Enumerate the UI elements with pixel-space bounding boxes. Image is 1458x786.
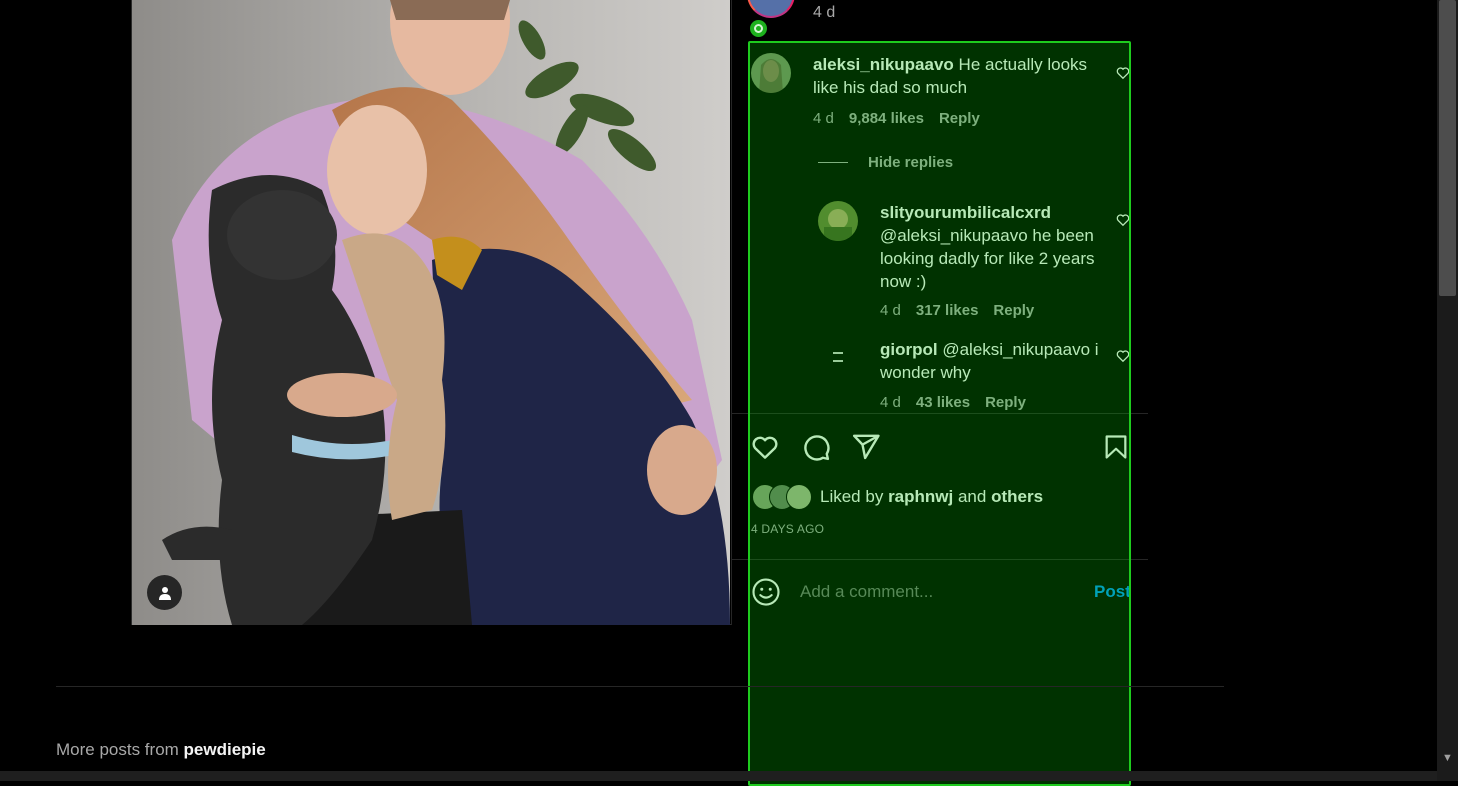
liked-by-others[interactable]: others [991,487,1043,506]
scroll-down-arrow-icon[interactable]: ▼ [1441,752,1454,765]
reply-meta-clip: 4 d 43 likes Reply [870,380,1130,413]
hide-replies-line [818,162,848,163]
bottom-strip [0,771,1437,781]
liked-by-prefix: Liked by [820,487,884,506]
reply-likes[interactable]: 43 likes [916,394,970,411]
comment-likes[interactable]: 9,884 likes [849,110,924,127]
reply-time: 4 d [880,394,901,411]
add-comment-input[interactable] [800,578,1080,606]
reply-avatar[interactable] [818,201,858,241]
reply-meta: 4 d 317 likes Reply [880,302,1034,319]
reply-text: @aleksi_nikupaavo he been looking dadly … [880,226,1095,291]
liked-by-user[interactable]: raphnwj [888,487,953,506]
comment-meta: 4 d 9,884 likes Reply [813,110,980,127]
post-date[interactable]: 4 DAYS AGO [751,522,824,536]
heart-icon[interactable] [1116,349,1130,363]
more-posts-heading: More posts from pewdiepie [56,740,266,760]
user-tag-button[interactable] [147,575,182,610]
hide-replies-button[interactable]: Hide replies [868,154,953,171]
liked-by-text: Liked by raphnwj and others [820,487,1043,507]
reply-username[interactable]: giorpol [880,340,938,359]
liked-by-and: and [957,487,987,506]
post-image[interactable] [132,0,730,625]
heart-icon[interactable] [1116,213,1130,227]
divider [731,413,1148,414]
reply-likes[interactable]: 317 likes [916,302,979,319]
bookmark-icon[interactable] [1102,432,1130,462]
heart-icon[interactable] [750,432,780,462]
reply-time: 4 d [880,302,901,319]
scrollbar-thumb[interactable] [1439,0,1456,296]
liked-by-avatars[interactable] [752,484,814,510]
post-comment-button[interactable]: Post [1094,582,1131,602]
reply: giorpol @aleksi_nikupaavo i wonder why [880,338,1102,384]
user-tag-icon [158,586,171,600]
more-posts-user[interactable]: pewdiepie [184,740,266,759]
reply-button[interactable]: Reply [939,110,980,127]
reply: slityourumbilicalcxrd @aleksi_nikupaavo … [880,201,1102,293]
divider [731,559,1148,560]
heart-icon[interactable] [1116,66,1130,80]
verified-ring-icon [750,20,767,37]
comment-icon[interactable] [801,432,831,462]
comment: aleksi_nikupaavo He actually looks like … [813,53,1103,99]
emoji-icon[interactable] [751,577,781,607]
more-posts-prefix: More posts from [56,740,179,759]
reply-avatar[interactable] [818,337,858,377]
reply-button[interactable]: Reply [985,394,1026,411]
reply-username[interactable]: slityourumbilicalcxrd [880,203,1051,222]
reply-button[interactable]: Reply [993,302,1034,319]
section-divider [56,686,1224,687]
commenter-avatar[interactable] [751,53,791,93]
comment-username[interactable]: aleksi_nikupaavo [813,55,954,74]
comment-time: 4 d [813,110,834,127]
post-time: 4 d [813,4,836,21]
share-icon[interactable] [851,432,881,462]
